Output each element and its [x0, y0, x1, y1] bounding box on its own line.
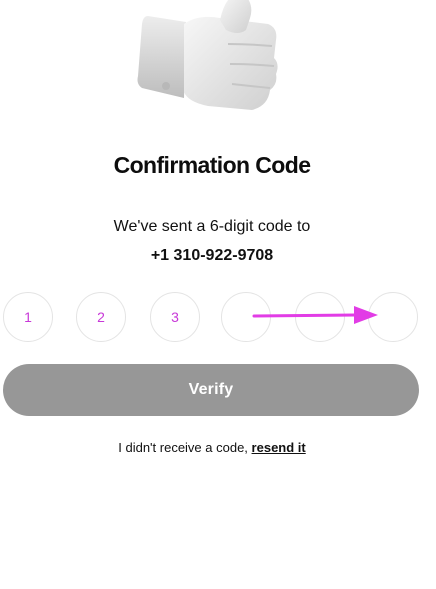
code-digit-1[interactable]: 1 [3, 292, 53, 342]
phone-number: +1 310-922-9708 [150, 247, 274, 264]
sent-code-message: We've sent a 6-digit code to [113, 218, 311, 235]
resend-prefix: I didn't receive a code, [118, 440, 248, 455]
code-digit-3[interactable]: 3 [150, 292, 200, 342]
resend-link[interactable]: resend it [252, 440, 306, 455]
thumbs-up-icon [137, 0, 278, 110]
arrow-right-icon [252, 306, 378, 324]
verify-button[interactable]: Verify [3, 364, 419, 416]
resend-prompt: I didn't receive a code, resend it [0, 440, 424, 455]
code-digit-2[interactable]: 2 [76, 292, 126, 342]
page-title: Confirmation Code [113, 152, 311, 178]
